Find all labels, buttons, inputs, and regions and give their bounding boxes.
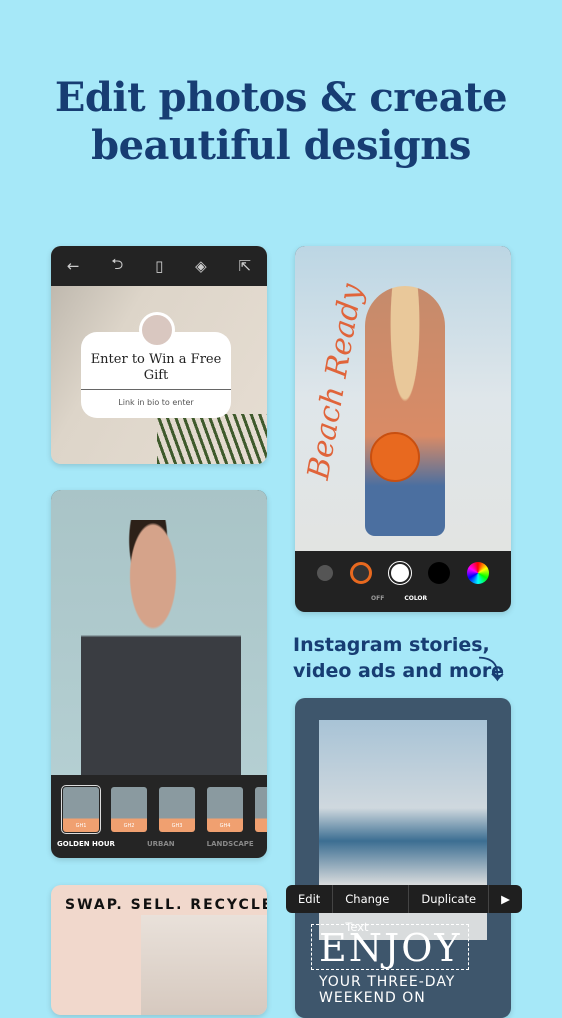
context-menu: Edit Change Text Duplicate ▶ xyxy=(286,885,522,934)
filter-thumb[interactable]: GH1 xyxy=(61,785,101,834)
giveaway-template-card[interactable]: ← ⮌ ▯ ◈ ⇱ Enter to Win a Free Gift Link i… xyxy=(51,246,267,464)
color-controls xyxy=(295,551,511,595)
avatar xyxy=(139,312,175,348)
filter-strip: GH1 GH2 GH3 GH4 xyxy=(51,775,267,834)
script-text: Beach Ready xyxy=(301,281,370,483)
undo-icon[interactable]: ⮌ xyxy=(111,254,123,279)
more-arrow-icon[interactable]: ▶ xyxy=(489,885,522,913)
filter-thumb[interactable]: GH3 xyxy=(159,787,195,832)
resale-template-card[interactable]: SWAP. SELL. RECYCLE xyxy=(51,885,267,1015)
portrait-photo xyxy=(51,490,267,775)
black-swatch[interactable] xyxy=(427,562,450,584)
woman-figure xyxy=(365,286,445,536)
filter-thumb[interactable] xyxy=(255,787,267,832)
back-icon[interactable]: ← xyxy=(67,257,80,275)
layers-icon[interactable]: ◈ xyxy=(195,257,207,275)
beach-photo: Beach Ready xyxy=(295,246,511,551)
curved-arrow-icon: ⤵ xyxy=(478,656,505,686)
color-wheel-icon[interactable] xyxy=(466,562,489,584)
sticker-badge xyxy=(370,432,420,482)
filter-thumb[interactable]: GH4 xyxy=(207,787,243,832)
man-figure xyxy=(81,520,241,775)
palm-leaves xyxy=(157,414,267,464)
beach-template-card[interactable]: Beach Ready OFF COLOR xyxy=(295,246,511,612)
chevron-up-icon[interactable] xyxy=(317,565,334,581)
editor-toolbar: ← ⮌ ▯ ◈ ⇱ xyxy=(51,246,267,286)
model-photo xyxy=(141,915,267,1015)
headline: Edit photos & create beautiful designs xyxy=(54,74,508,169)
edit-button[interactable]: Edit xyxy=(286,885,334,913)
filter-card[interactable]: GH1 GH2 GH3 GH4 GOLDEN HOUR URBAN LANDSCAP… xyxy=(51,490,267,858)
page-icon[interactable]: ▯ xyxy=(155,257,163,275)
white-swatch[interactable] xyxy=(387,561,412,585)
duplicate-button[interactable]: Duplicate xyxy=(409,885,490,913)
caption: Instagram stories, video ads and more xyxy=(293,634,505,682)
plus-icon[interactable] xyxy=(350,562,373,584)
share-icon[interactable]: ⇱ xyxy=(238,257,251,275)
filter-thumb[interactable]: GH2 xyxy=(111,787,147,832)
story-template-card[interactable]: ENJOY YOUR THREE-DAY WEEKEND ON xyxy=(295,698,511,1018)
change-text-button[interactable]: Change Text xyxy=(333,885,410,934)
